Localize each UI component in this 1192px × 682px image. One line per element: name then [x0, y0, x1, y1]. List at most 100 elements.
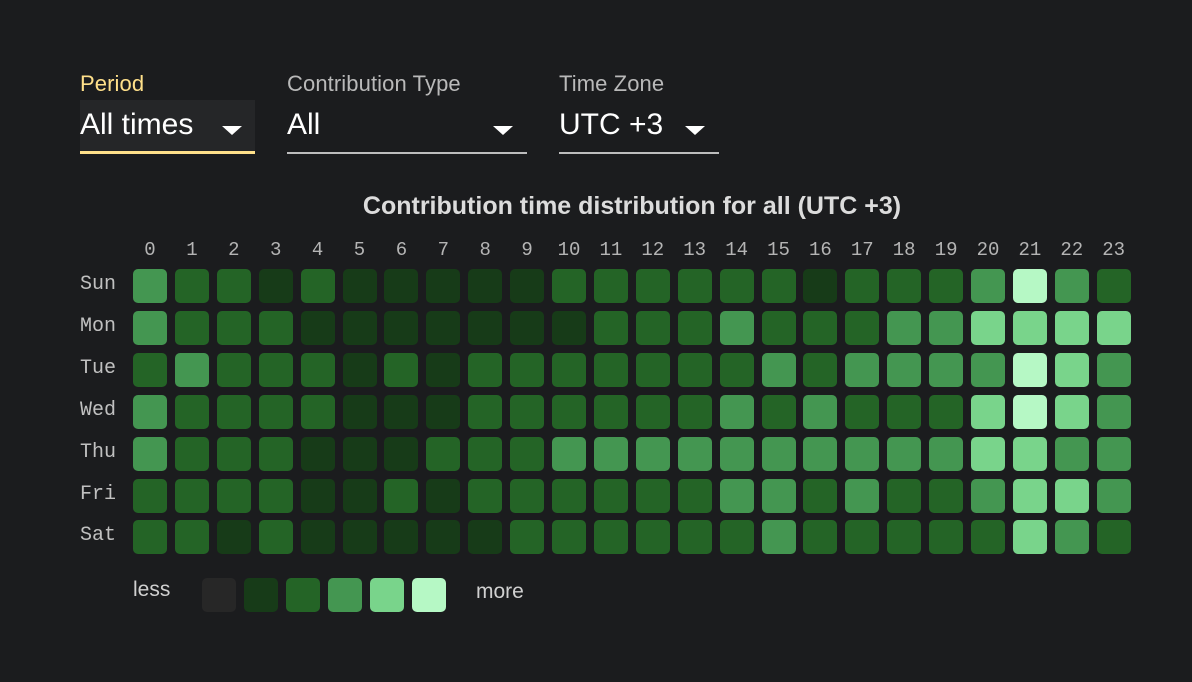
heatmap-cell[interactable]	[803, 269, 838, 303]
heatmap-cell[interactable]	[971, 310, 1005, 345]
heatmap-cell[interactable]	[426, 478, 461, 513]
heatmap-cell[interactable]	[510, 394, 545, 429]
heatmap-cell[interactable]	[552, 269, 586, 303]
heatmap-cell[interactable]	[635, 394, 670, 429]
heatmap-cell[interactable]	[174, 394, 209, 429]
heatmap-cell[interactable]	[300, 269, 335, 303]
heatmap-cell[interactable]	[635, 269, 670, 303]
heatmap-cell[interactable]	[1012, 520, 1047, 555]
heatmap-cell[interactable]	[887, 436, 922, 471]
heatmap-cell[interactable]	[133, 394, 167, 429]
heatmap-cell[interactable]	[593, 269, 628, 303]
heatmap-cell[interactable]	[300, 478, 335, 513]
heatmap-cell[interactable]	[761, 436, 796, 471]
heatmap-cell[interactable]	[1096, 310, 1131, 345]
heatmap-cell[interactable]	[929, 310, 964, 345]
heatmap-cell[interactable]	[1096, 478, 1131, 513]
heatmap-cell[interactable]	[468, 520, 503, 555]
heatmap-cell[interactable]	[677, 310, 712, 345]
heatmap-cell[interactable]	[468, 310, 503, 345]
heatmap-cell[interactable]	[803, 310, 838, 345]
heatmap-cell[interactable]	[426, 269, 461, 303]
heatmap-cell[interactable]	[216, 520, 251, 555]
heatmap-cell[interactable]	[133, 520, 167, 555]
heatmap-cell[interactable]	[552, 436, 586, 471]
heatmap-cell[interactable]	[887, 310, 922, 345]
heatmap-cell[interactable]	[1012, 269, 1047, 303]
heatmap-cell[interactable]	[468, 436, 503, 471]
heatmap-cell[interactable]	[468, 269, 503, 303]
heatmap-cell[interactable]	[971, 394, 1005, 429]
heatmap-cell[interactable]	[384, 352, 419, 387]
heatmap-cell[interactable]	[1054, 310, 1089, 345]
heatmap-cell[interactable]	[384, 310, 419, 345]
heatmap-cell[interactable]	[258, 520, 293, 555]
heatmap-cell[interactable]	[510, 352, 545, 387]
period-select[interactable]: All times	[80, 100, 255, 154]
heatmap-cell[interactable]	[845, 478, 880, 513]
heatmap-cell[interactable]	[929, 394, 964, 429]
heatmap-cell[interactable]	[258, 352, 293, 387]
heatmap-cell[interactable]	[342, 394, 377, 429]
heatmap-cell[interactable]	[384, 436, 419, 471]
heatmap-cell[interactable]	[300, 436, 335, 471]
heatmap-cell[interactable]	[342, 520, 377, 555]
heatmap-cell[interactable]	[887, 478, 922, 513]
heatmap-cell[interactable]	[426, 394, 461, 429]
heatmap-cell[interactable]	[593, 352, 628, 387]
heatmap-cell[interactable]	[1012, 310, 1047, 345]
heatmap-cell[interactable]	[174, 310, 209, 345]
heatmap-cell[interactable]	[510, 310, 545, 345]
heatmap-cell[interactable]	[677, 436, 712, 471]
heatmap-cell[interactable]	[258, 436, 293, 471]
heatmap-cell[interactable]	[845, 352, 880, 387]
heatmap-cell[interactable]	[887, 394, 922, 429]
heatmap-cell[interactable]	[300, 394, 335, 429]
heatmap-cell[interactable]	[342, 269, 377, 303]
heatmap-cell[interactable]	[971, 478, 1005, 513]
heatmap-cell[interactable]	[593, 478, 628, 513]
heatmap-cell[interactable]	[635, 436, 670, 471]
heatmap-cell[interactable]	[384, 520, 419, 555]
heatmap-cell[interactable]	[1012, 394, 1047, 429]
heatmap-cell[interactable]	[258, 310, 293, 345]
heatmap-cell[interactable]	[635, 478, 670, 513]
heatmap-cell[interactable]	[552, 520, 586, 555]
heatmap-cell[interactable]	[510, 520, 545, 555]
heatmap-cell[interactable]	[677, 478, 712, 513]
heatmap-cell[interactable]	[1054, 269, 1089, 303]
heatmap-cell[interactable]	[971, 520, 1005, 555]
heatmap-cell[interactable]	[384, 394, 419, 429]
heatmap-cell[interactable]	[1054, 520, 1089, 555]
heatmap-cell[interactable]	[1012, 352, 1047, 387]
heatmap-cell[interactable]	[929, 520, 964, 555]
heatmap-cell[interactable]	[845, 520, 880, 555]
contribution-type-select[interactable]: All	[287, 100, 527, 154]
heatmap-cell[interactable]	[635, 520, 670, 555]
heatmap-cell[interactable]	[133, 310, 167, 345]
heatmap-cell[interactable]	[803, 478, 838, 513]
heatmap-cell[interactable]	[510, 269, 545, 303]
time-zone-select[interactable]: UTC +3	[559, 100, 719, 154]
heatmap-cell[interactable]	[845, 394, 880, 429]
heatmap-cell[interactable]	[300, 520, 335, 555]
heatmap-cell[interactable]	[719, 478, 754, 513]
heatmap-cell[interactable]	[803, 436, 838, 471]
heatmap-cell[interactable]	[174, 269, 209, 303]
heatmap-cell[interactable]	[258, 478, 293, 513]
heatmap-cell[interactable]	[133, 436, 167, 471]
heatmap-cell[interactable]	[426, 436, 461, 471]
heatmap-cell[interactable]	[593, 310, 628, 345]
heatmap-cell[interactable]	[887, 352, 922, 387]
heatmap-cell[interactable]	[426, 520, 461, 555]
heatmap-cell[interactable]	[174, 520, 209, 555]
heatmap-cell[interactable]	[468, 478, 503, 513]
heatmap-cell[interactable]	[342, 310, 377, 345]
heatmap-cell[interactable]	[216, 436, 251, 471]
heatmap-cell[interactable]	[552, 352, 586, 387]
heatmap-cell[interactable]	[929, 352, 964, 387]
heatmap-cell[interactable]	[216, 310, 251, 345]
heatmap-cell[interactable]	[384, 269, 419, 303]
heatmap-cell[interactable]	[1096, 269, 1131, 303]
heatmap-cell[interactable]	[887, 269, 922, 303]
